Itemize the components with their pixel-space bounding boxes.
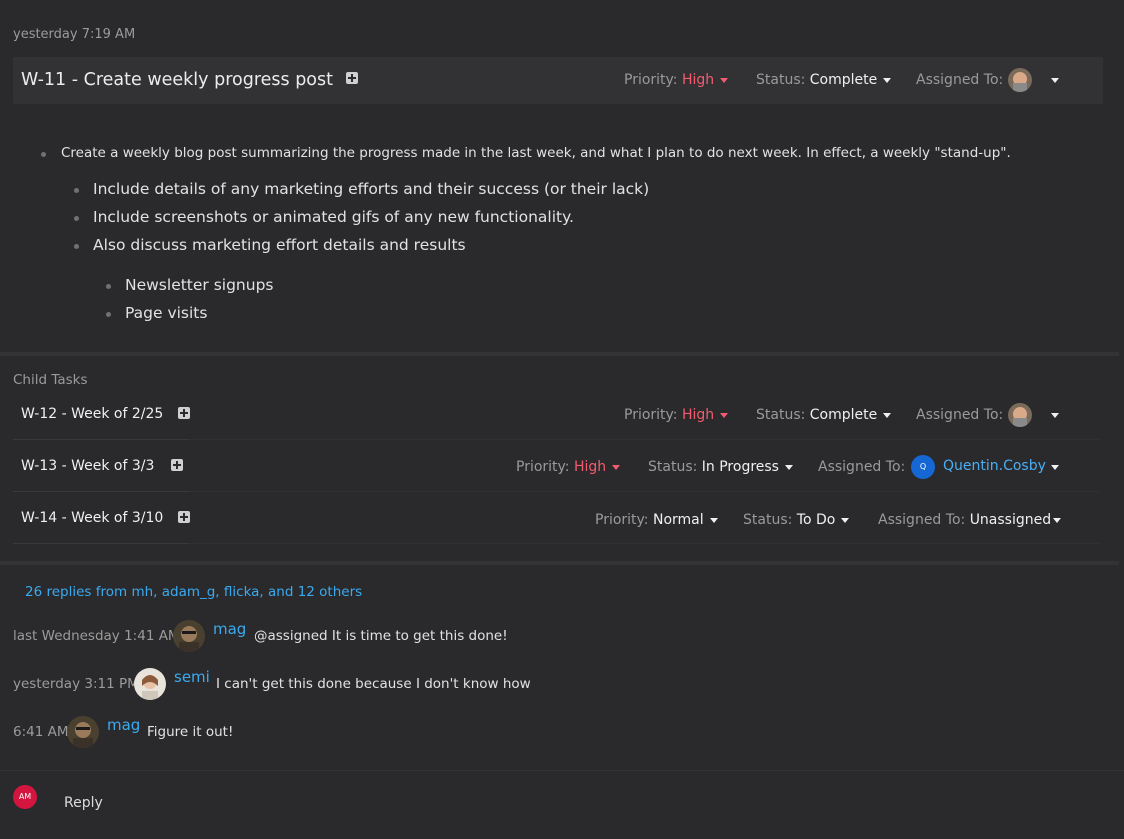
chevron-down-icon[interactable] (1051, 413, 1059, 418)
chevron-down-icon (841, 517, 850, 523)
child-task-title[interactable]: W-13 - Week of 3/3 (21, 458, 154, 474)
chevron-down-icon (883, 77, 892, 83)
avatar[interactable] (67, 716, 99, 748)
chevron-down-icon (883, 412, 892, 418)
reply-bar: AM Reply (0, 770, 1124, 839)
child-tasks-label: Child Tasks (13, 372, 88, 388)
assignee-dropdown[interactable]: Assigned To: (818, 459, 905, 475)
comment-time: last Wednesday 1:41 AM (13, 628, 180, 644)
chevron-down-icon[interactable] (1051, 78, 1059, 83)
comment-time: 6:41 AM (13, 724, 69, 740)
child-task-row: W-12 - Week of 2/25 Priority: High Statu… (13, 391, 1100, 440)
status-dropdown[interactable]: Status: Complete (756, 72, 892, 88)
section-divider (0, 561, 1119, 565)
status-value: To Do (796, 512, 836, 528)
section-divider (0, 352, 1119, 356)
priority-value: High (573, 459, 607, 475)
comment-time: yesterday 3:11 PM (13, 676, 139, 692)
assignee-avatar (1008, 403, 1032, 427)
priority-value: Normal (652, 512, 704, 528)
list-item: Create a weekly blog post summarizing th… (41, 145, 1011, 161)
task-title[interactable]: W-11 - Create weekly progress post (21, 70, 333, 90)
assignee-avatar (1008, 68, 1032, 92)
chevron-down-icon (720, 412, 729, 418)
reply-button[interactable]: Reply (64, 795, 103, 811)
comment-message: I can't get this done because I don't kn… (216, 676, 531, 692)
comment-message: @assigned It is time to get this done! (254, 628, 508, 644)
priority-label: Priority: (624, 72, 678, 88)
avatar: AM (13, 785, 37, 809)
replies-summary-link[interactable]: 26 replies from mh, adam_g, flicka, and … (25, 584, 362, 600)
assigned-label: Assigned To: (916, 72, 1004, 88)
comment-user[interactable]: semi (174, 668, 210, 686)
expand-plus-icon[interactable] (171, 459, 183, 471)
chevron-down-icon (709, 517, 718, 523)
child-task-row: W-13 - Week of 3/3 Priority: High Status… (13, 443, 1100, 492)
comment-user[interactable]: mag (213, 620, 246, 638)
status-value: In Progress (701, 459, 779, 475)
assignee-value: Unassigned (969, 512, 1052, 528)
status-value: Complete (809, 407, 878, 423)
list-item: Include details of any marketing efforts… (74, 180, 649, 198)
assignee-name[interactable]: Quentin.Cosby (943, 458, 1046, 474)
expand-plus-icon[interactable] (178, 511, 190, 523)
assignee-dropdown[interactable]: Assigned To: (916, 407, 1003, 423)
expand-plus-icon[interactable] (178, 407, 190, 419)
chevron-down-icon (612, 464, 621, 470)
comment-user[interactable]: mag (107, 716, 140, 734)
assignee-dropdown[interactable]: Assigned To: Unassigned (878, 512, 1062, 528)
priority-dropdown[interactable]: Priority: High (516, 459, 621, 475)
status-label: Status: (756, 72, 806, 88)
status-dropdown[interactable]: Status: To Do (743, 512, 850, 528)
avatar[interactable] (173, 620, 205, 652)
list-item: Page visits (106, 304, 207, 322)
comment-message: Figure it out! (147, 724, 234, 740)
list-item: Include screenshots or animated gifs of … (74, 208, 574, 226)
status-dropdown[interactable]: Status: In Progress (648, 459, 793, 475)
chevron-down-icon[interactable] (1051, 465, 1059, 470)
child-task-title[interactable]: W-12 - Week of 2/25 (21, 406, 163, 422)
priority-dropdown[interactable]: Priority: High (624, 72, 729, 88)
assignee-avatar: Q (911, 455, 935, 479)
task-detail-page: yesterday 7:19 AM W-11 - Create weekly p… (0, 0, 1124, 839)
chevron-down-icon (720, 77, 729, 83)
task-header: W-11 - Create weekly progress post Prior… (13, 57, 1103, 104)
child-task-row: W-14 - Week of 3/10 Priority: Normal Sta… (13, 495, 1100, 544)
chevron-down-icon (784, 464, 793, 470)
list-item: Newsletter signups (106, 276, 274, 294)
assignee-dropdown[interactable]: Assigned To: (916, 72, 1003, 88)
child-task-title[interactable]: W-14 - Week of 3/10 (21, 510, 163, 526)
task-timestamp: yesterday 7:19 AM (13, 27, 136, 42)
chevron-down-icon (1053, 517, 1062, 523)
priority-dropdown[interactable]: Priority: Normal (595, 512, 718, 528)
status-value: Complete (809, 72, 878, 88)
priority-dropdown[interactable]: Priority: High (624, 407, 729, 423)
priority-value: High (681, 407, 715, 423)
expand-plus-icon[interactable] (346, 72, 358, 84)
avatar[interactable] (134, 668, 166, 700)
list-item: Also discuss marketing effort details an… (74, 236, 466, 254)
status-dropdown[interactable]: Status: Complete (756, 407, 892, 423)
priority-value: High (681, 72, 715, 88)
